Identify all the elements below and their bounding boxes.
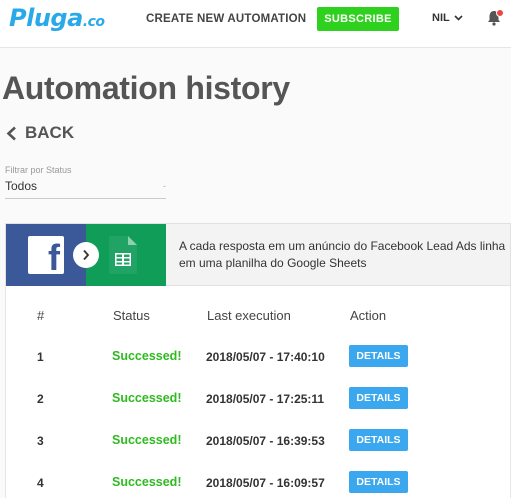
column-header-last-execution: Last execution (207, 308, 291, 323)
status-filter[interactable]: Filtrar por Status Todos - (5, 165, 166, 199)
automation-card: f A cada resposta em um anúncio do Faceb… (5, 223, 511, 287)
chevron-left-icon (6, 126, 16, 140)
details-button[interactable]: DETAILS (349, 345, 408, 367)
filter-value: Todos (5, 179, 38, 193)
row-status: Successed! (112, 391, 182, 405)
row-number: 1 (37, 350, 44, 364)
google-sheets-icon (109, 236, 137, 274)
user-name: NIL (432, 12, 450, 24)
logo-main: Pluga (9, 4, 83, 32)
row-last-execution: 2018/05/07 - 16:39:53 (206, 434, 325, 448)
create-automation-link[interactable]: CREATE NEW AUTOMATION (146, 13, 306, 25)
row-last-execution: 2018/05/07 - 17:40:10 (206, 350, 325, 364)
row-last-execution: 2018/05/07 - 17:25:11 (206, 392, 325, 406)
row-number: 4 (37, 476, 44, 490)
column-header-action: Action (350, 308, 387, 323)
top-bar: Pluga.co CREATE NEW AUTOMATION SUBSCRIBE… (0, 0, 511, 48)
logo-suffix: .co (82, 14, 105, 30)
facebook-icon: f (28, 236, 64, 276)
arrow-right-icon (73, 242, 99, 268)
back-button[interactable]: BACK (6, 123, 74, 143)
pluga-logo[interactable]: Pluga.co (9, 4, 105, 32)
details-button[interactable]: DETAILS (349, 387, 408, 409)
row-number: 3 (37, 434, 44, 448)
row-status: Successed! (112, 433, 182, 447)
automation-description: A cada resposta em um anúncio do Faceboo… (179, 239, 506, 270)
details-button[interactable]: DETAILS (349, 471, 408, 493)
filter-label: Filtrar por Status (5, 165, 72, 175)
filter-select[interactable]: Todos - (5, 179, 166, 199)
table-row: 4 Successed! 2018/05/07 - 16:09:57 DETAI… (6, 469, 510, 498)
column-header-status: Status (113, 308, 150, 323)
notification-dot (496, 9, 504, 17)
history-table: # Status Last execution Action 1 Success… (5, 286, 511, 498)
chevron-down-icon (454, 15, 463, 21)
table-row: 3 Successed! 2018/05/07 - 16:39:53 DETAI… (6, 427, 510, 469)
user-menu[interactable]: NIL (432, 12, 463, 24)
row-status: Successed! (112, 349, 182, 363)
page-title: Automation history (2, 70, 290, 106)
back-label: BACK (25, 123, 75, 142)
column-header-number: # (37, 308, 45, 323)
row-last-execution: 2018/05/07 - 16:09:57 (206, 476, 325, 490)
row-number: 2 (37, 392, 44, 406)
details-button[interactable]: DETAILS (349, 429, 408, 451)
subscribe-button[interactable]: SUBSCRIBE (317, 7, 399, 31)
table-row: 1 Successed! 2018/05/07 - 17:40:10 DETAI… (6, 343, 510, 385)
row-status: Successed! (112, 475, 182, 489)
table-row: 2 Successed! 2018/05/07 - 17:25:11 DETAI… (6, 385, 510, 427)
caret-down-icon: - (163, 181, 166, 191)
